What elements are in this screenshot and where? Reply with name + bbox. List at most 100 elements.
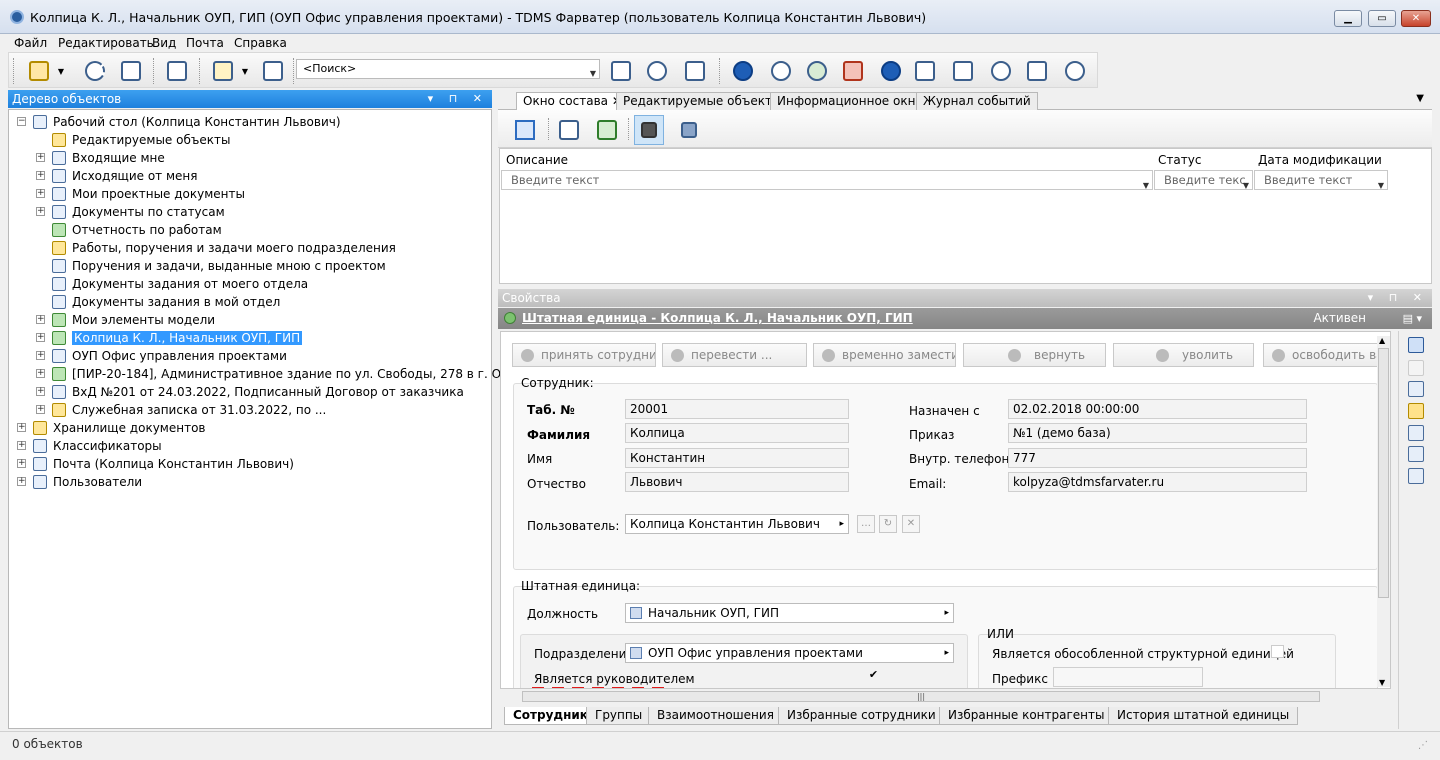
expand-icon[interactable]: + bbox=[36, 333, 45, 342]
tab-groups[interactable]: Группы bbox=[586, 707, 652, 725]
globe-icon[interactable] bbox=[1063, 59, 1087, 83]
search-user-icon[interactable] bbox=[645, 59, 669, 83]
column-modified[interactable]: Дата модификации bbox=[1258, 153, 1382, 167]
check-out-icon[interactable] bbox=[951, 59, 975, 83]
tree-node[interactable]: + Колпица К. Л., Начальник ОУП, ГИП bbox=[36, 329, 303, 347]
tree-node[interactable]: + Пользователи bbox=[17, 473, 142, 491]
maximize-button[interactable]: ▭ bbox=[1368, 10, 1396, 27]
modified-filter-input[interactable]: Введите текст ▼ bbox=[1254, 170, 1388, 190]
info-icon[interactable] bbox=[879, 59, 903, 83]
separate-unit-checkbox[interactable] bbox=[1271, 645, 1284, 658]
phone-field[interactable]: 777 bbox=[1008, 448, 1307, 468]
tree-node[interactable]: Отчетность по работам bbox=[52, 221, 222, 239]
expand-icon[interactable]: + bbox=[36, 153, 45, 162]
link-icon[interactable] bbox=[1408, 381, 1424, 397]
menu-edit[interactable]: Редактировать bbox=[58, 34, 154, 52]
assigned-field[interactable]: 02.02.2018 00:00:00 bbox=[1008, 399, 1307, 419]
expand-icon[interactable]: + bbox=[36, 369, 45, 378]
chevron-right-icon[interactable]: ▸ bbox=[839, 515, 844, 533]
clipboard-icon[interactable] bbox=[165, 59, 189, 83]
order-field[interactable]: №1 (демо база) bbox=[1008, 423, 1307, 443]
menu-help[interactable]: Справка bbox=[234, 34, 287, 52]
window-icon[interactable] bbox=[119, 59, 143, 83]
status-menu-icon[interactable]: ▤ ▾ bbox=[1403, 308, 1422, 329]
patronymic-field[interactable]: Львович bbox=[625, 472, 849, 492]
refresh-user-icon[interactable]: ↻ bbox=[879, 515, 897, 533]
filter-icon[interactable] bbox=[634, 115, 664, 145]
tree-node[interactable]: + Классификаторы bbox=[17, 437, 162, 455]
menu-view[interactable]: Вид bbox=[152, 34, 176, 52]
sync-icon[interactable] bbox=[769, 59, 793, 83]
new-object-dropdown-icon[interactable]: ▼ bbox=[55, 59, 67, 83]
tree-node[interactable]: + Почта (Колпица Константин Львович) bbox=[17, 455, 294, 473]
tree-node[interactable]: + Хранилище документов bbox=[17, 419, 205, 437]
surname-field[interactable]: Колпица bbox=[625, 423, 849, 443]
properties-view-icon[interactable] bbox=[1408, 337, 1424, 353]
tree-node[interactable]: + Исходящие от меня bbox=[36, 167, 197, 185]
farvater-icon[interactable] bbox=[731, 59, 755, 83]
user-select[interactable]: Колпица Константин Львович ▸ bbox=[625, 514, 849, 534]
tree-node[interactable]: Документы задания в мой отдел bbox=[52, 293, 280, 311]
tab-no-field[interactable]: 20001 bbox=[625, 399, 849, 419]
tree-node[interactable]: + ОУП Офис управления проектами bbox=[36, 347, 287, 365]
search-input[interactable]: <Поиск> ▼ bbox=[296, 59, 600, 79]
tree-node[interactable]: − Рабочий стол (Колпица Константин Львови… bbox=[17, 113, 341, 131]
collapse-icon[interactable]: − bbox=[17, 117, 26, 126]
chevron-right-icon[interactable]: ▸ bbox=[944, 604, 949, 622]
up-arrow-icon[interactable] bbox=[510, 115, 540, 145]
status-filter-input[interactable]: Введите текс ▼ bbox=[1154, 170, 1253, 190]
close-window-button[interactable]: ✕ bbox=[1401, 10, 1431, 27]
menu-mail[interactable]: Почта bbox=[186, 34, 224, 52]
expand-icon[interactable]: + bbox=[17, 441, 26, 450]
export-excel-icon[interactable] bbox=[592, 115, 622, 145]
filter-dropdown-icon[interactable]: ▼ bbox=[1378, 177, 1384, 195]
hire-employee-button[interactable]: принять сотрудника bbox=[512, 343, 656, 367]
prefix-field[interactable] bbox=[1053, 667, 1203, 687]
check-in-icon[interactable] bbox=[913, 59, 937, 83]
send-mail-icon[interactable] bbox=[1025, 59, 1049, 83]
tabs-menu-icon[interactable]: ▼ bbox=[1416, 93, 1424, 104]
compose-dropdown-icon[interactable]: ▼ bbox=[239, 59, 251, 83]
tree-node[interactable]: Поручения и задачи, выданные мною с прое… bbox=[52, 257, 386, 275]
minimize-button[interactable]: ▁ bbox=[1334, 10, 1362, 27]
panel-controls-icon[interactable]: ▾ ⊓ ✕ bbox=[428, 90, 488, 108]
is-head-checkbox[interactable]: ✔ bbox=[867, 669, 880, 682]
expand-icon[interactable]: + bbox=[36, 171, 45, 180]
filter-dropdown-icon[interactable]: ▼ bbox=[1243, 177, 1249, 195]
scroll-down-icon[interactable]: ▼ bbox=[1379, 678, 1385, 687]
expand-icon[interactable]: + bbox=[17, 477, 26, 486]
expand-icon[interactable]: + bbox=[36, 315, 45, 324]
filter-dropdown-icon[interactable]: ▼ bbox=[1143, 177, 1149, 195]
scrollbar-thumb[interactable] bbox=[1378, 348, 1389, 598]
tab-info-window[interactable]: Информационное окно bbox=[770, 92, 930, 110]
tree-node[interactable]: + [ПИР-20-184], Административное здание п… bbox=[36, 365, 524, 383]
tab-event-log[interactable]: Журнал событий bbox=[916, 92, 1038, 110]
filter-settings-icon[interactable] bbox=[674, 115, 704, 145]
users-sync-icon[interactable] bbox=[805, 59, 829, 83]
object-title-link[interactable]: Штатная единица - Колпица К. Л., Начальн… bbox=[522, 308, 913, 329]
find-in-tree-icon[interactable] bbox=[554, 115, 584, 145]
clear-user-icon[interactable]: ✕ bbox=[902, 515, 920, 533]
tab-relations[interactable]: Взаимоотношения bbox=[648, 707, 783, 725]
tab-favorite-employees[interactable]: Избранные сотрудники bbox=[778, 707, 945, 725]
resize-grip-icon[interactable]: ⋰ bbox=[1418, 740, 1428, 751]
free-vacancy-button[interactable]: освободить вакансию bbox=[1263, 343, 1383, 367]
tab-favorite-contractors[interactable]: Избранные контрагенты bbox=[939, 707, 1114, 725]
expand-icon[interactable]: + bbox=[36, 207, 45, 216]
expand-icon[interactable]: + bbox=[36, 351, 45, 360]
department-select[interactable]: ОУП Офис управления проектами ▸ bbox=[625, 643, 954, 663]
refresh-icon[interactable] bbox=[83, 59, 107, 83]
key-icon[interactable] bbox=[1408, 403, 1424, 419]
column-status[interactable]: Статус bbox=[1158, 153, 1201, 167]
envelope-icon[interactable] bbox=[261, 59, 285, 83]
scrollbar-thumb[interactable]: ||| bbox=[522, 691, 1320, 702]
menu-file[interactable]: Файл bbox=[14, 34, 47, 52]
expand-icon[interactable]: + bbox=[17, 423, 26, 432]
edit-icon[interactable] bbox=[1408, 425, 1424, 441]
new-object-icon[interactable] bbox=[27, 59, 51, 83]
expand-icon[interactable]: + bbox=[36, 405, 45, 414]
tree-node[interactable]: + Служебная записка от 31.03.2022, по ... bbox=[36, 401, 326, 419]
search-dropdown-icon[interactable]: ▼ bbox=[590, 65, 596, 83]
temp-replace-button[interactable]: временно заместить bbox=[813, 343, 956, 367]
tree-node[interactable]: Работы, поручения и задачи моего подразд… bbox=[52, 239, 396, 257]
